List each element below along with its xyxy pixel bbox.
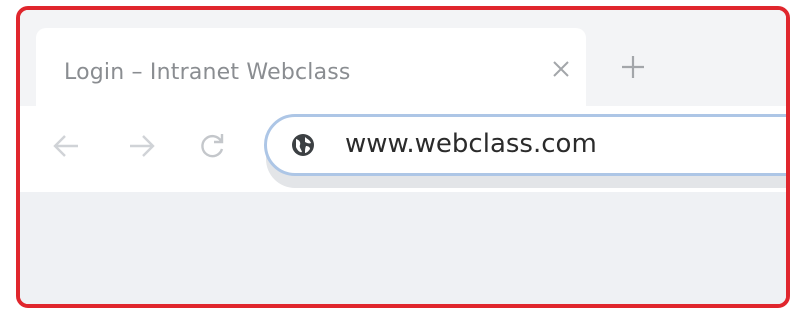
tab-login[interactable]: Login – Intranet Webclass [36, 28, 586, 110]
globe-icon[interactable] [291, 133, 315, 157]
browser-window: Login – Intranet Webclass www.webclass.c… [16, 6, 790, 308]
arrow-right-icon[interactable] [124, 128, 160, 164]
plus-icon[interactable] [618, 52, 648, 82]
tab-title: Login – Intranet Webclass [64, 60, 351, 85]
tab-strip: Login – Intranet Webclass [20, 10, 786, 110]
address-bar[interactable]: www.webclass.com [264, 114, 786, 176]
page-content [20, 192, 786, 304]
arrow-left-icon[interactable] [48, 128, 84, 164]
reload-icon[interactable] [194, 128, 230, 164]
url-text[interactable]: www.webclass.com [345, 129, 597, 159]
toolbar: www.webclass.com [20, 106, 786, 192]
close-icon[interactable] [548, 56, 574, 82]
